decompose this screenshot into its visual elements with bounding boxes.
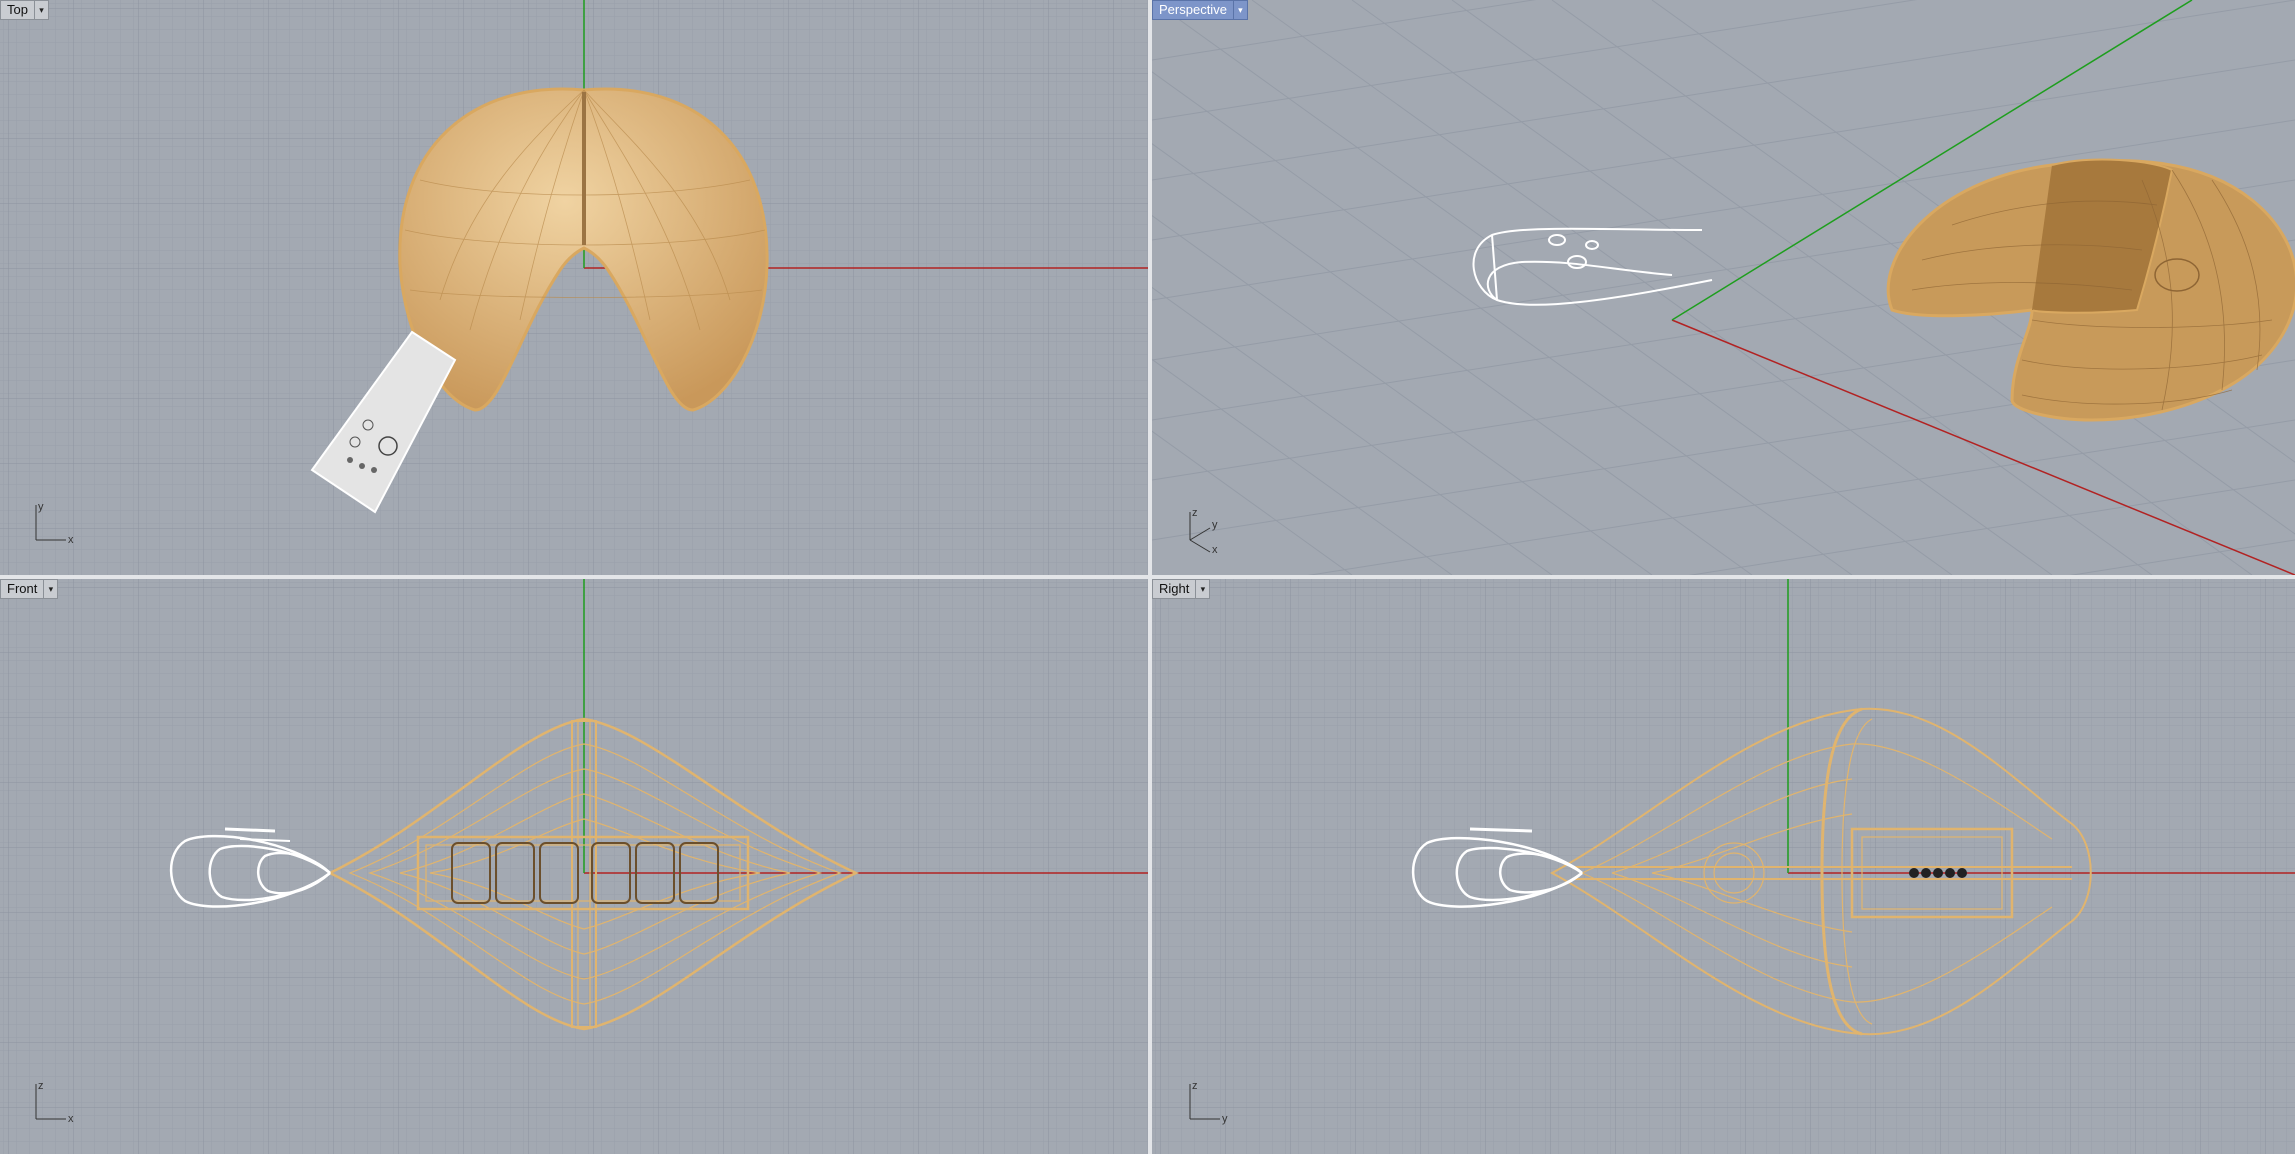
front-viewport-canvas[interactable]: z x <box>0 579 1148 1154</box>
viewport-title[interactable]: Perspective <box>1152 0 1234 20</box>
axis-label-a: z <box>1192 1080 1198 1092</box>
axis-label-b: y <box>1212 519 1218 531</box>
perspective-viewport[interactable]: z y x Perspective ▾ <box>1152 0 2295 575</box>
right-viewport-canvas[interactable]: z y <box>1152 579 2295 1154</box>
perspective-viewport-canvas[interactable]: z y x <box>1152 0 2295 575</box>
viewport-title[interactable]: Front <box>0 579 45 599</box>
chevron-down-icon[interactable]: ▾ <box>1233 0 1248 20</box>
viewport-title-tab[interactable]: Front ▾ <box>0 579 59 599</box>
axis-label-b: x <box>68 1113 74 1125</box>
chevron-down-icon[interactable]: ▾ <box>34 0 49 20</box>
top-viewport-canvas[interactable]: y x <box>0 0 1148 575</box>
rhino-four-viewport-layout: y x Top ▾ z y x Perspective ▾ z x Front … <box>0 0 2295 1154</box>
top-viewport[interactable]: y x Top ▾ <box>0 0 1148 575</box>
viewport-title-tab[interactable]: Perspective ▾ <box>1152 0 1248 20</box>
viewport-title[interactable]: Right <box>1152 579 1197 599</box>
axis-label-a: z <box>38 1080 44 1092</box>
viewport-title-tab[interactable]: Top ▾ <box>0 0 49 20</box>
front-viewport[interactable]: z x Front ▾ <box>0 579 1148 1154</box>
right-viewport[interactable]: z y Right ▾ <box>1152 579 2295 1154</box>
viewport-title-tab[interactable]: Right ▾ <box>1152 579 1211 599</box>
axis-label-b: y <box>1222 1113 1228 1125</box>
axis-label-a: z <box>1192 507 1198 519</box>
axis-label-b: x <box>68 534 74 546</box>
axis-label-c: x <box>1212 544 1218 556</box>
axis-label-a: y <box>38 501 44 513</box>
chevron-down-icon[interactable]: ▾ <box>1196 579 1211 599</box>
chevron-down-icon[interactable]: ▾ <box>44 579 59 599</box>
viewport-title[interactable]: Top <box>0 0 35 20</box>
viewport-splitter-horizontal[interactable] <box>0 575 2295 579</box>
